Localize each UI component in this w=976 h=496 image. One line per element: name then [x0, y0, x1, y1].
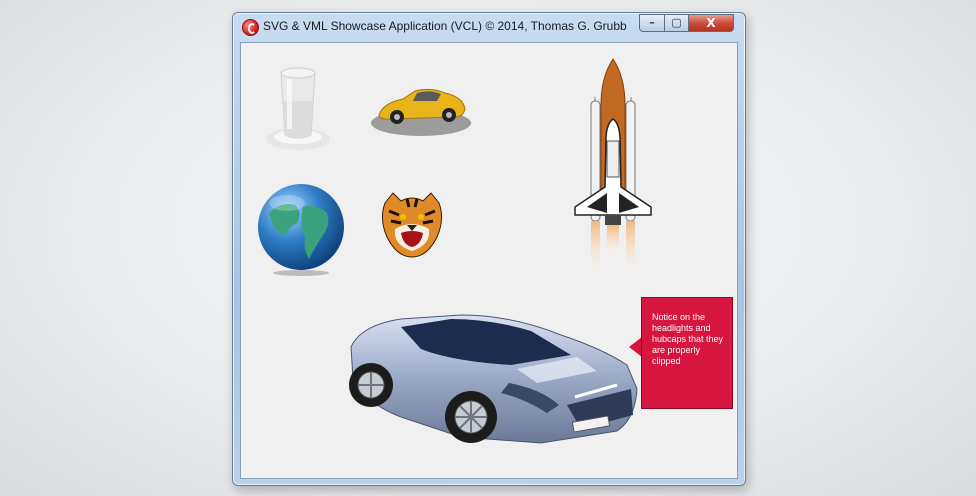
- title-bar[interactable]: SVG & VML Showcase Application (VCL) © 2…: [233, 13, 745, 39]
- silver-car-image: [349, 314, 638, 444]
- app-window: SVG & VML Showcase Application (VCL) © 2…: [232, 12, 746, 486]
- tiger-image: [381, 192, 443, 258]
- globe-image: [258, 184, 344, 276]
- close-icon: X: [706, 16, 716, 30]
- maximize-icon: ▢: [671, 16, 682, 29]
- callout-note: Notice on the headlights and hubcaps tha…: [641, 297, 733, 409]
- close-button[interactable]: X: [688, 14, 734, 32]
- yellow-car-image: [371, 88, 471, 136]
- space-shuttle-image: [574, 58, 652, 273]
- minimize-icon: –: [649, 16, 655, 29]
- client-area: Notice on the headlights and hubcaps tha…: [240, 42, 738, 479]
- window-title: SVG & VML Showcase Application (VCL) © 2…: [263, 19, 627, 33]
- maximize-button[interactable]: ▢: [664, 14, 689, 32]
- minimize-button[interactable]: –: [639, 14, 665, 32]
- app-icon[interactable]: [242, 19, 259, 36]
- glass-image: [266, 67, 330, 150]
